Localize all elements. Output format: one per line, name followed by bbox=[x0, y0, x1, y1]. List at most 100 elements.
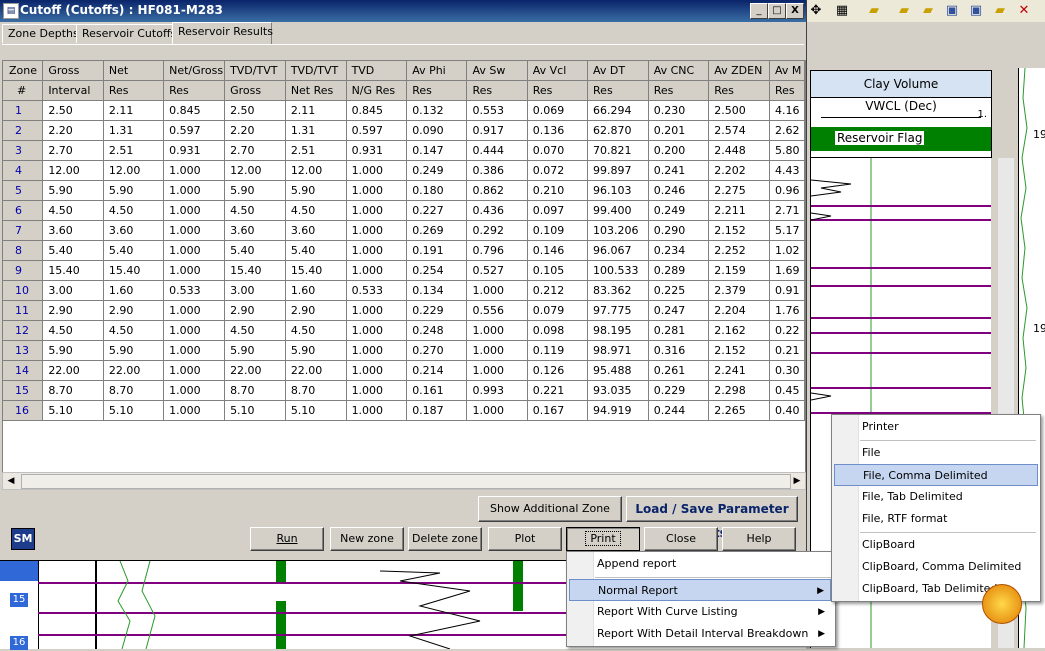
column-header[interactable]: N/G Res bbox=[346, 80, 408, 101]
table-cell[interactable]: 2.90 bbox=[42, 300, 104, 321]
table-cell[interactable]: 0.533 bbox=[163, 280, 226, 301]
table-cell[interactable]: 0.180 bbox=[406, 180, 468, 201]
submenu-item-file-comma-delimited[interactable]: File, Comma Delimited bbox=[834, 464, 1038, 486]
close-window-button[interactable]: X bbox=[786, 3, 804, 19]
table-cell[interactable]: 0.212 bbox=[527, 280, 589, 301]
tab-reservoir-results[interactable]: Reservoir Results bbox=[172, 22, 273, 44]
table-cell[interactable]: 15.40 bbox=[224, 260, 286, 281]
table-cell[interactable]: 1.000 bbox=[346, 260, 408, 281]
show-additional-zone-info-button[interactable]: Show Additional Zone Info bbox=[478, 496, 622, 539]
table-cell[interactable]: 1.000 bbox=[466, 280, 528, 301]
zone-number-cell[interactable]: 12 bbox=[3, 320, 44, 341]
table-row[interactable]: 14 22.00 22.00 1.000 22.00 22.00 1.000 0.214 1.0… bbox=[3, 360, 805, 381]
help-button[interactable]: Help bbox=[722, 527, 796, 551]
table-cell[interactable]: 2.62 bbox=[769, 120, 805, 141]
load-save-parameter-sets-button[interactable]: Load / Save Parameter Sets bbox=[626, 496, 798, 540]
table-cell[interactable]: 1.000 bbox=[163, 340, 226, 361]
table-cell[interactable]: 0.097 bbox=[527, 200, 589, 221]
table-cell[interactable]: 5.10 bbox=[285, 400, 347, 421]
column-header[interactable]: Interval bbox=[42, 80, 104, 101]
table-row[interactable]: 9 15.40 15.40 1.000 15.40 15.40 1.000 0.254 0.52… bbox=[3, 260, 805, 281]
table-cell[interactable]: 1.60 bbox=[285, 280, 347, 301]
table-cell[interactable]: 4.50 bbox=[42, 200, 104, 221]
table-cell[interactable]: 0.161 bbox=[406, 380, 468, 401]
table-cell[interactable]: 12.00 bbox=[103, 160, 165, 181]
table-cell[interactable]: 2.20 bbox=[42, 120, 104, 141]
table-cell[interactable]: 2.574 bbox=[708, 120, 770, 141]
table-row[interactable]: 12 4.50 4.50 1.000 4.50 4.50 1.000 0.248 1.000 0.… bbox=[3, 320, 805, 341]
table-cell[interactable]: 2.11 bbox=[103, 100, 165, 121]
results-grid[interactable]: Zone Gross Net Net/Gross TVD/TVT TVD/TVT TVD Av… bbox=[2, 60, 806, 474]
table-cell[interactable]: 1.000 bbox=[346, 200, 408, 221]
table-cell[interactable]: 2.51 bbox=[103, 140, 165, 161]
table-cell[interactable]: 2.90 bbox=[224, 300, 286, 321]
table-cell[interactable]: 97.775 bbox=[587, 300, 649, 321]
zone-number-cell[interactable]: 5 bbox=[3, 180, 44, 201]
table-cell[interactable]: 2.275 bbox=[708, 180, 770, 201]
table-cell[interactable]: 1.000 bbox=[163, 300, 226, 321]
table-cell[interactable]: 1.000 bbox=[346, 180, 408, 201]
table-cell[interactable]: 0.072 bbox=[527, 160, 589, 181]
menu-item-report-with-curve-listing[interactable]: Report With Curve Listing ▶ bbox=[569, 601, 831, 623]
table-cell[interactable]: 2.211 bbox=[708, 200, 770, 221]
column-header[interactable]: Av Sw bbox=[466, 61, 528, 81]
table-cell[interactable]: 0.316 bbox=[648, 340, 710, 361]
column-header[interactable]: TVD/TVT bbox=[285, 61, 347, 81]
table-cell[interactable]: 0.386 bbox=[466, 160, 528, 181]
table-cell[interactable]: 8.70 bbox=[103, 380, 165, 401]
zone-number-cell[interactable]: 9 bbox=[3, 260, 44, 281]
table-cell[interactable]: 0.200 bbox=[648, 140, 710, 161]
table-cell[interactable]: 0.40 bbox=[769, 400, 805, 421]
table-cell[interactable]: 3.00 bbox=[224, 280, 286, 301]
new-zone-button[interactable]: New zone bbox=[330, 527, 404, 551]
zone-number-cell[interactable]: 2 bbox=[3, 120, 44, 141]
table-cell[interactable]: 2.71 bbox=[769, 200, 805, 221]
delete-zone-button[interactable]: Delete zone bbox=[408, 527, 482, 551]
table-cell[interactable]: 0.079 bbox=[527, 300, 589, 321]
table-cell[interactable]: 2.20 bbox=[224, 120, 286, 141]
table-cell[interactable]: 3.60 bbox=[285, 220, 347, 241]
table-cell[interactable]: 12.00 bbox=[224, 160, 286, 181]
column-header[interactable]: Av Phi bbox=[406, 61, 468, 81]
table-cell[interactable]: 5.10 bbox=[103, 400, 165, 421]
table-cell[interactable]: 2.265 bbox=[708, 400, 770, 421]
plot-button[interactable]: Plot bbox=[488, 527, 562, 551]
table-cell[interactable]: 22.00 bbox=[285, 360, 347, 381]
table-cell[interactable]: 93.035 bbox=[587, 380, 649, 401]
submenu-item-file[interactable]: File bbox=[834, 442, 1038, 464]
zone-number-cell[interactable]: 10 bbox=[3, 280, 44, 301]
table-cell[interactable]: 15.40 bbox=[285, 260, 347, 281]
table-cell[interactable]: 5.90 bbox=[224, 180, 286, 201]
table-cell[interactable]: 5.90 bbox=[285, 180, 347, 201]
table-cell[interactable]: 0.249 bbox=[406, 160, 468, 181]
table-cell[interactable]: 0.227 bbox=[406, 200, 468, 221]
table-cell[interactable]: 0.436 bbox=[466, 200, 528, 221]
table-cell[interactable]: 1.000 bbox=[346, 160, 408, 181]
table-cell[interactable]: 8.70 bbox=[42, 380, 104, 401]
table-cell[interactable]: 1.000 bbox=[163, 320, 226, 341]
table-cell[interactable]: 0.931 bbox=[163, 140, 226, 161]
title-bar[interactable]: ▤ Cutoff (Cutoffs) : HF081-M283 _ □ X bbox=[0, 0, 806, 22]
table-cell[interactable]: 5.17 bbox=[769, 220, 805, 241]
delete-icon[interactable]: ✕ bbox=[1016, 3, 1032, 19]
table-cell[interactable]: 0.191 bbox=[406, 240, 468, 261]
table-cell[interactable]: 66.294 bbox=[587, 100, 649, 121]
maximize-button[interactable]: □ bbox=[768, 3, 786, 19]
submenu-item-file-tab-delimited[interactable]: File, Tab Delimited bbox=[834, 486, 1038, 508]
folder-edit-icon[interactable]: ▰ bbox=[992, 3, 1008, 19]
table-cell[interactable]: 0.527 bbox=[466, 260, 528, 281]
table-cell[interactable]: 2.202 bbox=[708, 160, 770, 181]
table-cell[interactable]: 1.000 bbox=[346, 340, 408, 361]
save-icon[interactable]: ▣ bbox=[968, 3, 984, 19]
table-cell[interactable]: 0.229 bbox=[406, 300, 468, 321]
submenu-item-file-rtf-format[interactable]: File, RTF format bbox=[834, 508, 1038, 530]
table-cell[interactable]: 0.167 bbox=[527, 400, 589, 421]
column-header[interactable]: # bbox=[3, 80, 44, 101]
table-cell[interactable]: 0.21 bbox=[769, 340, 805, 361]
table-cell[interactable]: 83.362 bbox=[587, 280, 649, 301]
table-cell[interactable]: 1.000 bbox=[466, 320, 528, 341]
table-cell[interactable]: 2.70 bbox=[224, 140, 286, 161]
table-cell[interactable]: 0.254 bbox=[406, 260, 468, 281]
zone-number-cell[interactable]: 1 bbox=[3, 100, 44, 121]
table-cell[interactable]: 5.40 bbox=[285, 240, 347, 261]
